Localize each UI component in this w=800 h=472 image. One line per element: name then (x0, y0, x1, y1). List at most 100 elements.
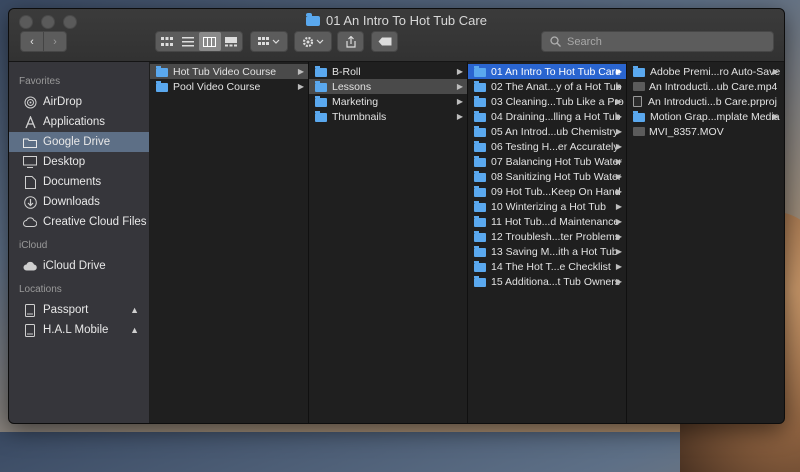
list-item[interactable]: 07 Balancing Hot Tub Water ▶ (468, 154, 626, 169)
sidebar-item-creative-cloud-files[interactable]: Creative Cloud Files (9, 212, 149, 232)
list-item[interactable]: Pool Video Course ▶ (150, 79, 308, 94)
sidebar-item-google-drive[interactable]: Google Drive (9, 132, 149, 152)
search-icon (550, 36, 561, 47)
chevron-right-icon: ▶ (615, 172, 622, 181)
chevron-right-icon: ▶ (615, 202, 622, 211)
list-item[interactable]: 08 Sanitizing Hot Tub Water ▶ (468, 169, 626, 184)
sidebar-item-label: Applications (43, 116, 106, 128)
list-item[interactable]: An Introducti...ub Care.mp4 (627, 79, 783, 94)
sidebar-item-label: Google Drive (43, 136, 111, 148)
list-item[interactable]: 04 Draining...lling a Hot Tub ▶ (468, 109, 626, 124)
drive-icon (23, 303, 37, 317)
chevron-right-icon: ▶ (456, 82, 463, 91)
list-item[interactable]: An Introducti...b Care.prproj (627, 94, 783, 109)
column-view-button[interactable] (199, 32, 221, 51)
icon-view-button[interactable] (156, 32, 178, 51)
column-browser: Hot Tub Video Course ▶ Pool Video Course ▶… (150, 62, 784, 423)
search-field[interactable] (541, 31, 774, 52)
chevron-right-icon: ▶ (772, 112, 779, 121)
tag-button[interactable] (371, 31, 398, 52)
list-item[interactable]: 02 The Anat...y of a Hot Tub ▶ (468, 79, 626, 94)
sidebar-item-downloads[interactable]: Downloads (9, 192, 149, 212)
list-item[interactable]: Thumbnails ▶ (309, 109, 467, 124)
folder-icon (306, 12, 321, 26)
applications-icon (23, 115, 37, 129)
list-item[interactable]: Motion Grap...mplate Media ▶ (627, 109, 783, 124)
list-item[interactable]: 11 Hot Tub...d Maintenance ▶ (468, 214, 626, 229)
sidebar-item-icloud-drive[interactable]: iCloud Drive (9, 256, 149, 276)
chevron-right-icon: ▶ (456, 67, 463, 76)
search-input[interactable] (567, 35, 747, 48)
cloud-icon (23, 259, 37, 273)
back-forward-buttons: ‹ › (20, 31, 67, 52)
chevron-right-icon: ▶ (456, 97, 463, 106)
folder-icon (315, 65, 327, 77)
list-item[interactable]: 10 Winterizing a Hot Tub ▶ (468, 199, 626, 214)
list-item[interactable]: 12 Troublesh...ter Problems ▶ (468, 229, 626, 244)
chevron-right-icon: ▶ (772, 67, 779, 76)
eject-icon[interactable]: ▲ (130, 325, 139, 335)
list-item[interactable]: 13 Saving M...ith a Hot Tub ▶ (468, 244, 626, 259)
group-icon (258, 36, 280, 45)
list-item[interactable]: 15 Additiona...t Tub Owners ▶ (468, 274, 626, 289)
list-item[interactable]: 06 Testing H...er Accurately ▶ (468, 139, 626, 154)
finder-window: 01 An Intro To Hot Tub Care ‹ › Search F… (8, 8, 785, 424)
eject-icon[interactable]: ▲ (130, 305, 139, 315)
gallery-view-icon (225, 36, 238, 46)
chevron-right-icon: ▶ (456, 112, 463, 121)
list-item[interactable]: Hot Tub Video Course ▶ (150, 64, 308, 79)
sidebar-item-applications[interactable]: Applications (9, 112, 149, 132)
list-item[interactable]: 14 The Hot T...e Checklist ▶ (468, 259, 626, 274)
gear-icon (302, 36, 324, 47)
folder-icon (474, 185, 486, 197)
forward-button[interactable]: › (43, 32, 66, 51)
creative-cloud-icon (23, 215, 37, 229)
column-view-icon (203, 36, 217, 47)
folder-icon (474, 230, 486, 242)
list-item[interactable]: Marketing ▶ (309, 94, 467, 109)
folder-icon (315, 80, 327, 92)
sidebar-item-documents[interactable]: Documents (9, 172, 149, 192)
chevron-right-icon: ▶ (615, 232, 622, 241)
chevron-right-icon: ▶ (615, 82, 622, 91)
list-view-button[interactable] (178, 32, 200, 51)
downloads-icon (23, 195, 37, 209)
desktop-icon (23, 155, 37, 169)
chevron-right-icon: ▶ (297, 67, 304, 76)
documents-icon (23, 175, 37, 189)
folder-icon (156, 80, 168, 92)
share-button[interactable] (337, 31, 364, 52)
folder-icon (23, 135, 37, 149)
folder-icon (474, 275, 486, 287)
chevron-right-icon: ▶ (615, 247, 622, 256)
list-item[interactable]: 05 An Introd...ub Chemistry ▶ (468, 124, 626, 139)
sidebar-item-airdrop[interactable]: AirDrop (9, 92, 149, 112)
sidebar-item-label: Passport (43, 304, 89, 316)
sidebar-item-desktop[interactable]: Desktop (9, 152, 149, 172)
list-item[interactable]: Adobe Premi...ro Auto-Save ▶ (627, 64, 783, 79)
list-item[interactable]: Lessons ▶ (309, 79, 467, 94)
sidebar-item-label: Desktop (43, 156, 86, 168)
video-file-icon (633, 127, 645, 136)
sidebar-item-label: H.A.L Mobile (43, 324, 109, 336)
list-item[interactable]: 01 An Intro To Hot Tub Care ▶ (468, 64, 626, 79)
chevron-right-icon: ▶ (615, 67, 622, 76)
list-item[interactable]: 03 Cleaning...Tub Like a Pro ▶ (468, 94, 626, 109)
sidebar-item-passport[interactable]: Passport ▲ (9, 300, 149, 320)
folder-icon (474, 245, 486, 257)
back-button[interactable]: ‹ (21, 32, 43, 51)
list-item[interactable]: B-Roll ▶ (309, 64, 467, 79)
group-button[interactable] (250, 31, 288, 52)
gallery-view-button[interactable] (221, 32, 243, 51)
sidebar-item-hal-mobile[interactable]: H.A.L Mobile ▲ (9, 320, 149, 340)
sidebar-item-label: AirDrop (43, 96, 82, 108)
list-item[interactable]: 09 Hot Tub...Keep On Hand ▶ (468, 184, 626, 199)
sidebar-item-label: Documents (43, 176, 102, 188)
chevron-right-icon: ▶ (615, 187, 622, 196)
column-1: Hot Tub Video Course ▶ Pool Video Course ▶ (150, 62, 309, 423)
action-button[interactable] (294, 31, 332, 52)
list-item[interactable]: MVI_8357.MOV (627, 124, 783, 139)
column-2: B-Roll ▶ Lessons ▶ Marketing ▶ Thumbnails ▶ (309, 62, 468, 423)
sidebar-heading-favorites: Favorites (19, 76, 61, 87)
sidebar-heading-icloud: iCloud (19, 240, 48, 251)
